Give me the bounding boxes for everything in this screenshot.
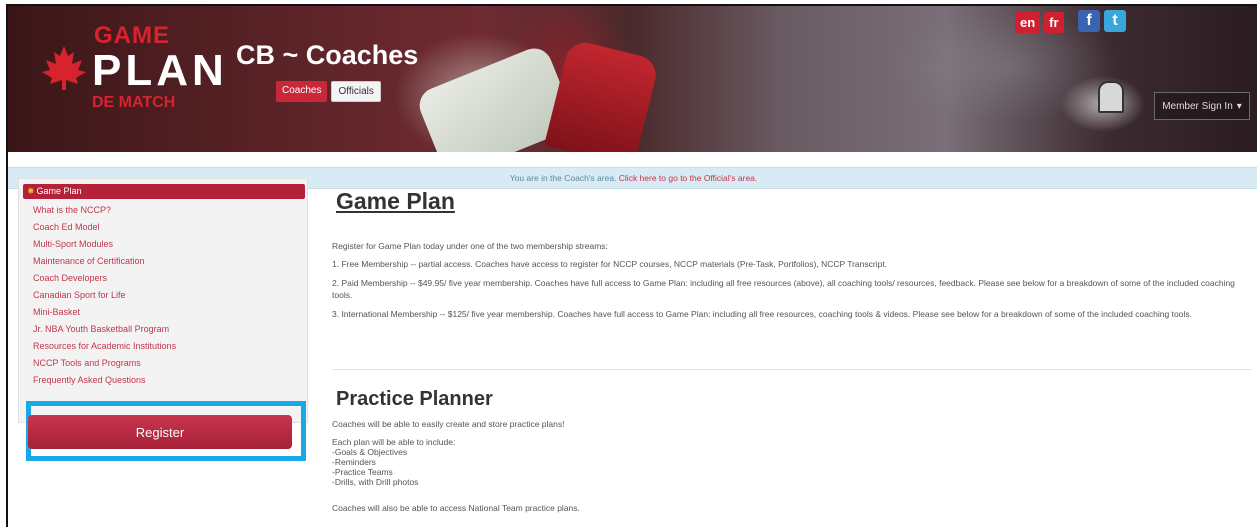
member-sign-in-button[interactable]: Member Sign In ▾ [1154,92,1250,120]
sidebar-item-nccp-tools[interactable]: NCCP Tools and Programs [33,355,303,372]
twitter-icon[interactable]: t [1104,10,1126,32]
game-plan-logo[interactable]: GAME PLAN DE MATCH [34,14,224,118]
section-title-practice-planner: Practice Planner [336,388,493,410]
logo-text-sub: DE MATCH [92,94,176,111]
sidebar-item-maintenance[interactable]: Maintenance of Certification [33,253,303,270]
sidebar-item-game-plan[interactable]: ✸ Game Plan [23,184,305,199]
officials-area-link[interactable]: Click here to go to the Official's area. [619,173,757,183]
tab-coaches[interactable]: Coaches [276,81,328,102]
practice-planner-intro: Coaches will be able to easily create an… [332,419,565,429]
background-sign [1098,81,1124,113]
membership-international: 3. International Membership -- $125/ fiv… [332,309,1192,319]
sidebar-active-label: Game Plan [36,186,82,196]
intro-text: Register for Game Plan today under one o… [332,241,608,251]
facebook-icon[interactable]: f [1078,10,1100,32]
register-button[interactable]: Register [28,415,292,449]
caret-down-icon: ▾ [1236,100,1242,112]
membership-free: 1. Free Membership -- partial access. Co… [332,259,888,269]
sidebar-item-mini-basket[interactable]: Mini-Basket [33,304,303,321]
practice-planner-national: Coaches will also be able to access Nati… [332,503,580,513]
membership-paid: 2. Paid Membership -- $49.95/ five year … [332,278,1235,300]
section-divider [332,369,1252,370]
page-title: Game Plan [336,188,455,214]
logo-text-plan: PLAN [92,46,228,95]
sidebar-item-academic[interactable]: Resources for Academic Institutions [33,338,303,355]
sidebar-item-coach-ed-model[interactable]: Coach Ed Model [33,219,303,236]
site-header: GAME PLAN DE MATCH CB ~ Coaches Coaches … [8,6,1257,152]
info-bar-text: You are in the Coach's area. [509,173,619,183]
member-sign-in-label: Member Sign In [1162,100,1233,112]
sidebar-item-what-is-nccp[interactable]: What is the NCCP? [33,202,303,219]
sidebar-list: What is the NCCP? Coach Ed Model Multi-S… [33,202,303,389]
star-icon: ✸ [27,186,35,196]
lang-en-button[interactable]: en [1015,12,1041,33]
sidebar-item-jr-nba[interactable]: Jr. NBA Youth Basketball Program [33,321,303,338]
social-links: f t [1078,10,1126,32]
tab-officials[interactable]: Officials [331,81,381,102]
sidebar-nav: ✸ Game Plan What is the NCCP? Coach Ed Mo… [18,178,308,423]
site-title: CB ~ Coaches [236,40,419,70]
sidebar-item-multi-sport[interactable]: Multi-Sport Modules [33,236,303,253]
list-item: -Drills, with Drill photos [332,477,419,487]
sidebar-item-coach-developers[interactable]: Coach Developers [33,270,303,287]
browser-viewport: GAME PLAN DE MATCH CB ~ Coaches Coaches … [6,4,1257,527]
sidebar-item-faq[interactable]: Frequently Asked Questions [33,372,303,389]
language-switcher: en fr [1015,12,1064,33]
maple-leaf-icon [42,46,86,90]
area-tabs: Coaches Officials [276,81,381,102]
sidebar-item-canadian-sport[interactable]: Canadian Sport for Life [33,287,303,304]
lang-fr-button[interactable]: fr [1044,12,1064,33]
